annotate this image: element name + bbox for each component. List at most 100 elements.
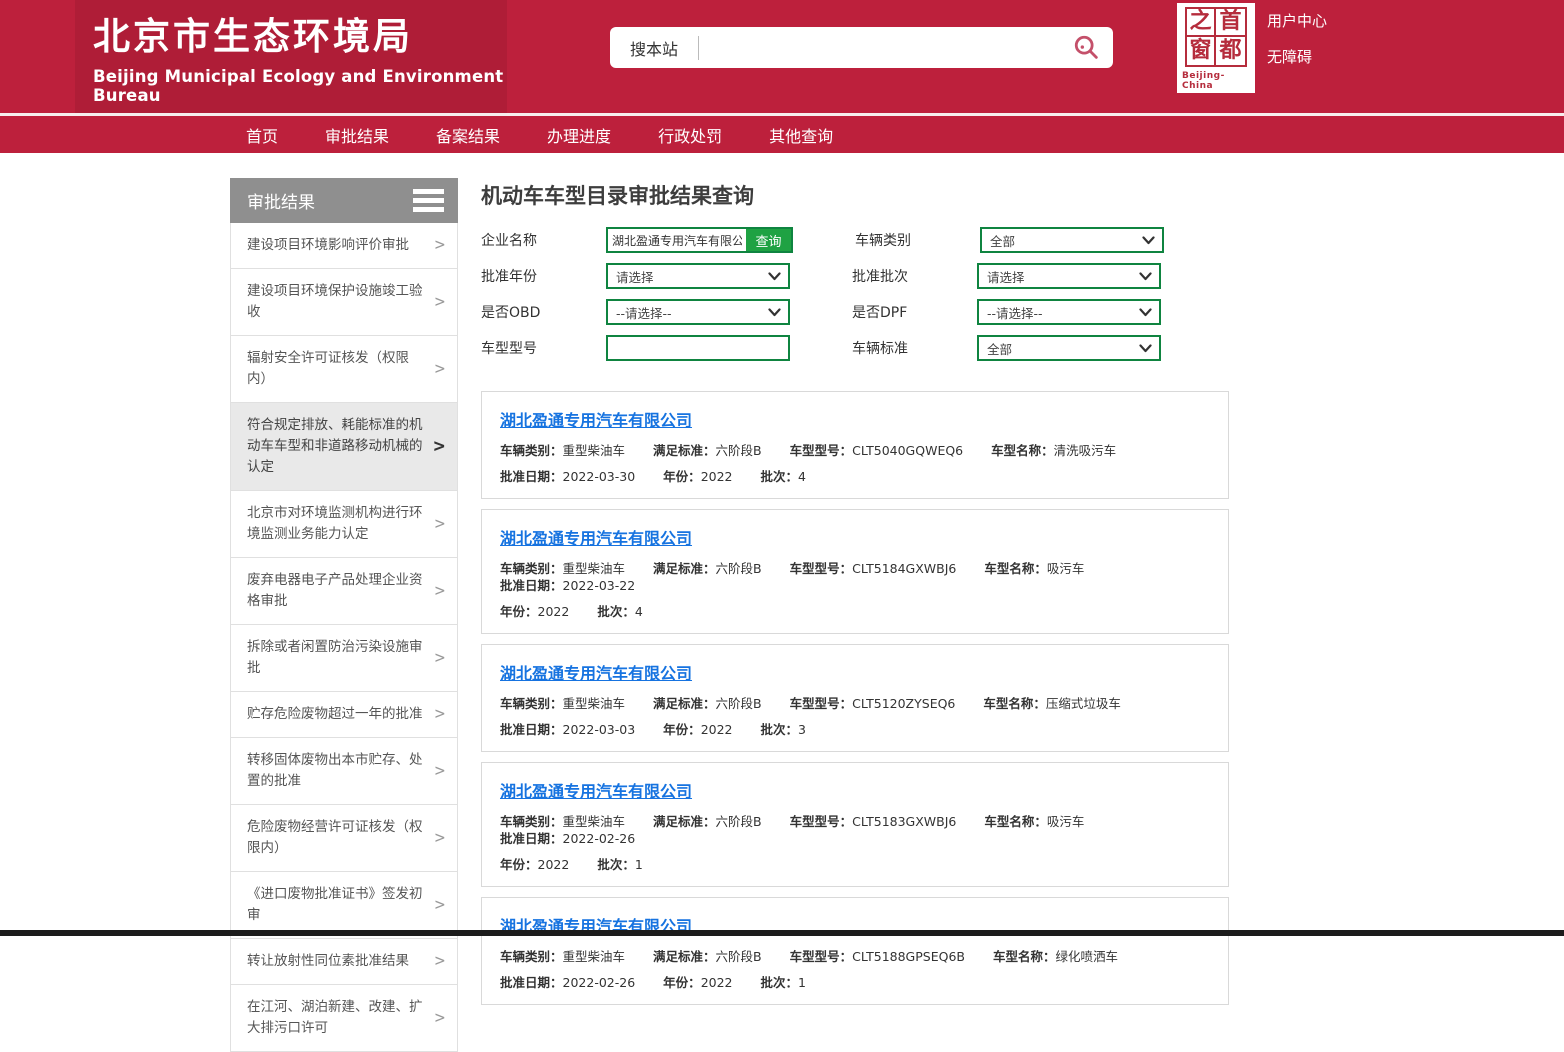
detail-pair: 年份：2022 <box>500 603 569 620</box>
site-subtitle: Beijing Municipal Ecology and Environmen… <box>93 67 507 105</box>
detail-value: 绿化喷洒车 <box>1056 949 1119 964</box>
sidebar-item[interactable]: 建设项目环境保护设施竣工验收> <box>231 269 457 336</box>
detail-label: 批次： <box>597 857 635 872</box>
approval-year-label: 批准年份 <box>481 266 606 286</box>
model-number-label: 车型型号 <box>481 338 606 358</box>
result-detail-line: 车辆类别：重型柴油车满足标准：六阶段B车型型号：CLT5183GXWBJ6车型名… <box>500 813 1210 847</box>
sidebar-item[interactable]: 废弃电器电子产品处理企业资格审批> <box>231 558 457 625</box>
approval-batch-select[interactable]: 请选择 <box>977 263 1161 289</box>
sidebar-item[interactable]: 危险废物经营许可证核发（权限内）> <box>231 805 457 872</box>
chevron-down-icon <box>768 308 781 317</box>
sidebar-item[interactable]: 转移固体废物出本市贮存、处置的批准> <box>231 738 457 805</box>
nav-item-penalties[interactable]: 行政处罚 <box>658 123 722 147</box>
chevron-right-icon: > <box>435 951 445 972</box>
sidebar-item[interactable]: 辐射安全许可证核发（权限内）> <box>231 336 457 403</box>
sidebar-item[interactable]: 贮存危险废物超过一年的批准 > <box>231 692 457 738</box>
sidebar-item[interactable]: 《进口废物批准证书》签发初审> <box>231 872 457 939</box>
detail-value: 1 <box>635 857 643 872</box>
obd-select[interactable]: --请选择-- <box>606 299 790 325</box>
user-center-link[interactable]: 用户中心 <box>1267 10 1327 31</box>
sidebar-header: 审批结果 <box>230 178 458 223</box>
vehicle-category-select[interactable]: 全部 <box>980 227 1164 253</box>
detail-pair: 车辆类别：重型柴油车 <box>500 442 625 459</box>
query-form: 企业名称查询车辆类别全部批准年份请选择批准批次请选择是否OBD--请选择--是否… <box>481 227 1229 361</box>
detail-label: 年份： <box>663 975 701 990</box>
chevron-right-icon: > <box>434 436 445 457</box>
vehicle-standard-select[interactable]: 全部 <box>977 335 1161 361</box>
detail-value: 2022-03-30 <box>563 469 636 484</box>
company-link[interactable]: 湖北盈通专用汽车有限公司 <box>500 660 692 684</box>
result-detail-line: 批准日期：2022-03-30年份：2022批次：4 <box>500 468 1210 485</box>
sidebar-item[interactable]: 拆除或者闲置防治污染设施审批> <box>231 625 457 692</box>
detail-value: 压缩式垃圾车 <box>1046 696 1121 711</box>
detail-pair: 车型型号：CLT5188GPSEQ6B <box>790 948 965 965</box>
chevron-right-icon: > <box>435 514 445 535</box>
sidebar-item-label: 建设项目环境保护设施竣工验收 <box>247 281 427 323</box>
vehicle-category-label: 车辆类别 <box>855 230 980 250</box>
detail-pair: 满足标准：六阶段B <box>653 442 762 459</box>
accessibility-link[interactable]: 无障碍 <box>1267 46 1312 67</box>
company-link[interactable]: 湖北盈通专用汽车有限公司 <box>500 525 692 549</box>
approval-year-select[interactable]: 请选择 <box>606 263 790 289</box>
sidebar-item[interactable]: 转让放射性同位素批准结果> <box>231 939 457 985</box>
site-search: 搜本站 <box>610 27 1113 68</box>
chevron-right-icon: > <box>435 235 445 256</box>
chevron-right-icon: > <box>435 895 445 916</box>
detail-value: 清洗吸污车 <box>1054 443 1117 458</box>
capital-window-logo[interactable]: 之 首 窗 都 Beijing-China <box>1177 3 1255 93</box>
capital-window-grid: 之 首 窗 都 <box>1185 7 1247 67</box>
result-card: 湖北盈通专用汽车有限公司车辆类别：重型柴油车 满足标准：六阶段B 车型型号：CLT5… <box>481 391 1229 499</box>
sidebar-item[interactable]: 北京市对环境监测机构进行环境监测业务能力认定> <box>231 491 457 558</box>
company-link[interactable]: 湖北盈通专用汽车有限公司 <box>500 778 692 802</box>
detail-pair: 车辆类别：重型柴油车 <box>500 695 625 712</box>
obd-value: --请选择-- <box>616 303 672 322</box>
chevron-right-icon: > <box>435 648 445 669</box>
nav-item-home[interactable]: 首页 <box>246 123 278 147</box>
hamburger-menu-icon[interactable] <box>413 185 444 216</box>
dpf-select[interactable]: --请选择-- <box>977 299 1161 325</box>
sidebar-item[interactable]: 在江河、湖泊新建、改建、扩大排污口许可> <box>231 985 457 1051</box>
nav-item-other-queries[interactable]: 其他查询 <box>769 123 833 147</box>
query-button[interactable]: 查询 <box>746 229 791 251</box>
sidebar-item[interactable]: 符合规定排放、耗能标准的机动车车型和非道路移动机械的认定> <box>231 403 457 491</box>
nav-item-filing-results[interactable]: 备案结果 <box>436 123 500 147</box>
detail-pair: 车型型号：CLT5040GQWEQ6 <box>790 442 964 459</box>
detail-value: 3 <box>798 722 806 737</box>
chevron-down-icon <box>1139 308 1152 317</box>
detail-value: 2022 <box>701 469 733 484</box>
detail-pair: 批准日期：2022-03-22 <box>500 577 635 594</box>
search-button[interactable] <box>1067 30 1107 66</box>
detail-value: CLT5188GPSEQ6B <box>852 949 965 964</box>
company-name-input[interactable] <box>608 229 746 251</box>
model-number-input[interactable] <box>606 335 790 361</box>
detail-value: CLT5040GQWEQ6 <box>852 443 963 458</box>
result-detail-line: 年份：2022批次：4 <box>500 603 1210 620</box>
company-link[interactable]: 湖北盈通专用汽车有限公司 <box>500 407 692 431</box>
main-nav: 首页 审批结果 备案结果 办理进度 行政处罚 其他查询 <box>0 116 1564 153</box>
detail-label: 车型型号： <box>790 949 853 964</box>
logo-caption: Beijing-China <box>1182 71 1250 91</box>
detail-value: 六阶段B <box>716 696 762 711</box>
sidebar-item-label: 贮存危险废物超过一年的批准 <box>247 704 423 725</box>
sidebar-item[interactable]: 建设项目环境影响评价审批> <box>231 223 457 269</box>
vehicle-category-value: 全部 <box>990 231 1015 250</box>
chevron-down-icon <box>1142 236 1155 245</box>
site-search-input[interactable] <box>699 33 1067 63</box>
detail-pair: 批准日期：2022-03-30 <box>500 468 635 485</box>
detail-label: 年份： <box>663 722 701 737</box>
result-detail-line: 年份：2022批次：1 <box>500 856 1210 873</box>
chevron-down-icon <box>1139 344 1152 353</box>
detail-pair: 批次：1 <box>597 856 642 873</box>
chevron-right-icon: > <box>435 704 445 725</box>
nav-item-progress[interactable]: 办理进度 <box>547 123 611 147</box>
detail-label: 车型名称： <box>993 949 1056 964</box>
detail-label: 车型型号： <box>790 696 853 711</box>
chevron-right-icon: > <box>435 1008 445 1029</box>
detail-label: 车型名称： <box>991 443 1054 458</box>
detail-label: 批准日期： <box>500 722 563 737</box>
detail-label: 车辆类别： <box>500 814 563 829</box>
detail-value: 2022 <box>701 722 733 737</box>
detail-pair: 批准日期：2022-03-03 <box>500 721 635 738</box>
detail-value: 4 <box>798 469 806 484</box>
nav-item-approval-results[interactable]: 审批结果 <box>325 123 389 147</box>
